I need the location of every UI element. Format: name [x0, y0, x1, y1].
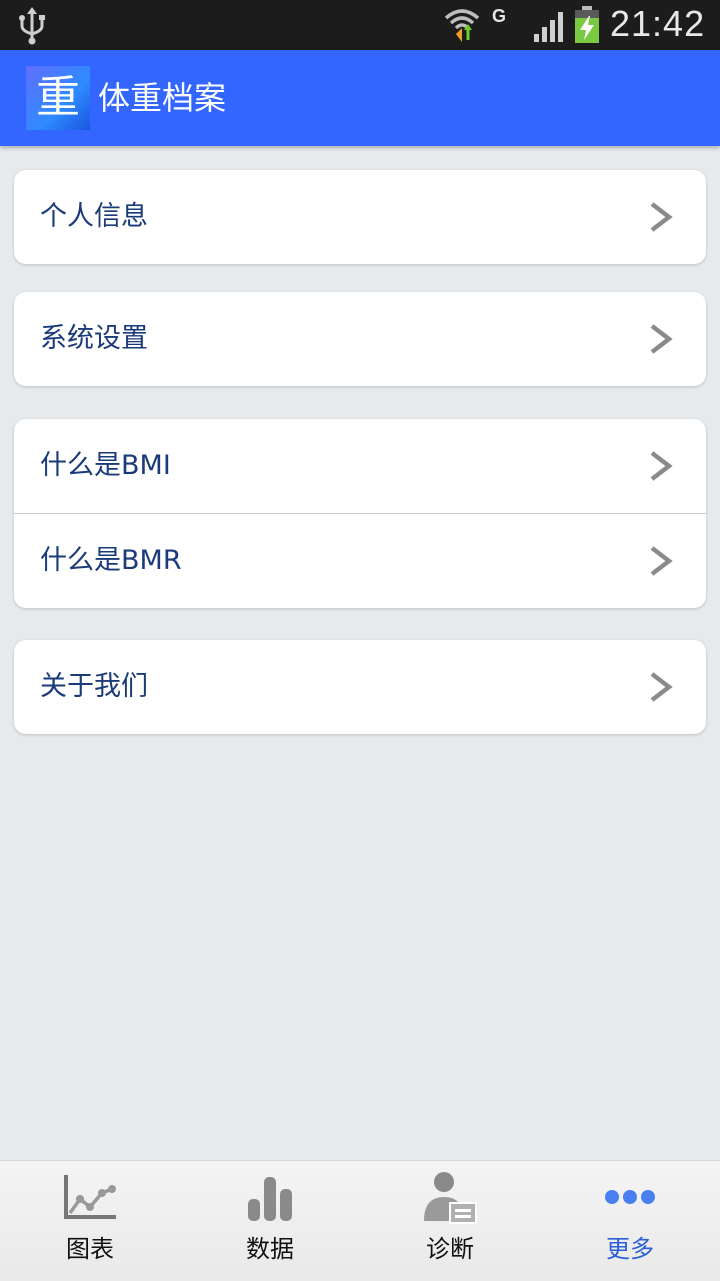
- signal-icon: [534, 12, 563, 42]
- chevron-right-icon: [650, 672, 673, 702]
- menu-item-label: 系统设置: [40, 323, 148, 354]
- tab-label: 诊断: [426, 1235, 474, 1263]
- chevron-right-icon: [650, 202, 673, 232]
- bar-chart-icon: [248, 1177, 292, 1221]
- tab-more[interactable]: 更多: [540, 1161, 720, 1281]
- wifi-icon: [444, 9, 480, 42]
- menu-card-settings: 系统设置: [14, 292, 706, 386]
- bottom-nav: 图表 数据 诊断 更多: [0, 1160, 720, 1281]
- menu-item-about-us[interactable]: 关于我们: [14, 640, 706, 734]
- line-chart-icon: [64, 1175, 116, 1219]
- app-bar: 重 体重档案: [0, 50, 720, 146]
- menu-item-label: 关于我们: [40, 671, 148, 702]
- tab-data[interactable]: 数据: [180, 1161, 360, 1281]
- menu-card-personal: 个人信息: [14, 170, 706, 264]
- app-logo: 重: [26, 66, 90, 130]
- menu-item-system-settings[interactable]: 系统设置: [14, 292, 706, 386]
- menu-card-about: 关于我们: [14, 640, 706, 734]
- usb-icon: [19, 7, 45, 45]
- menu-card-knowledge: 什么是BMI 什么是BMR: [14, 419, 706, 608]
- user-report-icon: [424, 1172, 477, 1224]
- menu-item-what-is-bmi[interactable]: 什么是BMI: [14, 419, 706, 513]
- menu-item-label: 个人信息: [40, 201, 148, 232]
- tab-label: 图表: [66, 1235, 114, 1263]
- tab-label: 数据: [246, 1235, 294, 1263]
- menu-item-what-is-bmr[interactable]: 什么是BMR: [14, 513, 706, 608]
- more-dots-icon: [605, 1190, 655, 1204]
- tab-chart[interactable]: 图表: [0, 1161, 180, 1281]
- chevron-right-icon: [650, 546, 673, 576]
- clock: 21:42: [610, 3, 706, 44]
- tab-diagnosis[interactable]: 诊断: [360, 1161, 540, 1281]
- network-type: G: [492, 6, 507, 26]
- menu-item-label: 什么是BMI: [40, 450, 171, 481]
- chevron-right-icon: [650, 451, 673, 481]
- menu-item-personal-info[interactable]: 个人信息: [14, 170, 706, 264]
- battery-icon: [575, 6, 599, 43]
- chevron-right-icon: [650, 324, 673, 354]
- page-title: 体重档案: [98, 79, 227, 117]
- menu-item-label: 什么是BMR: [40, 545, 182, 576]
- status-bar: G 21:42: [0, 0, 720, 50]
- tab-label: 更多: [606, 1235, 654, 1263]
